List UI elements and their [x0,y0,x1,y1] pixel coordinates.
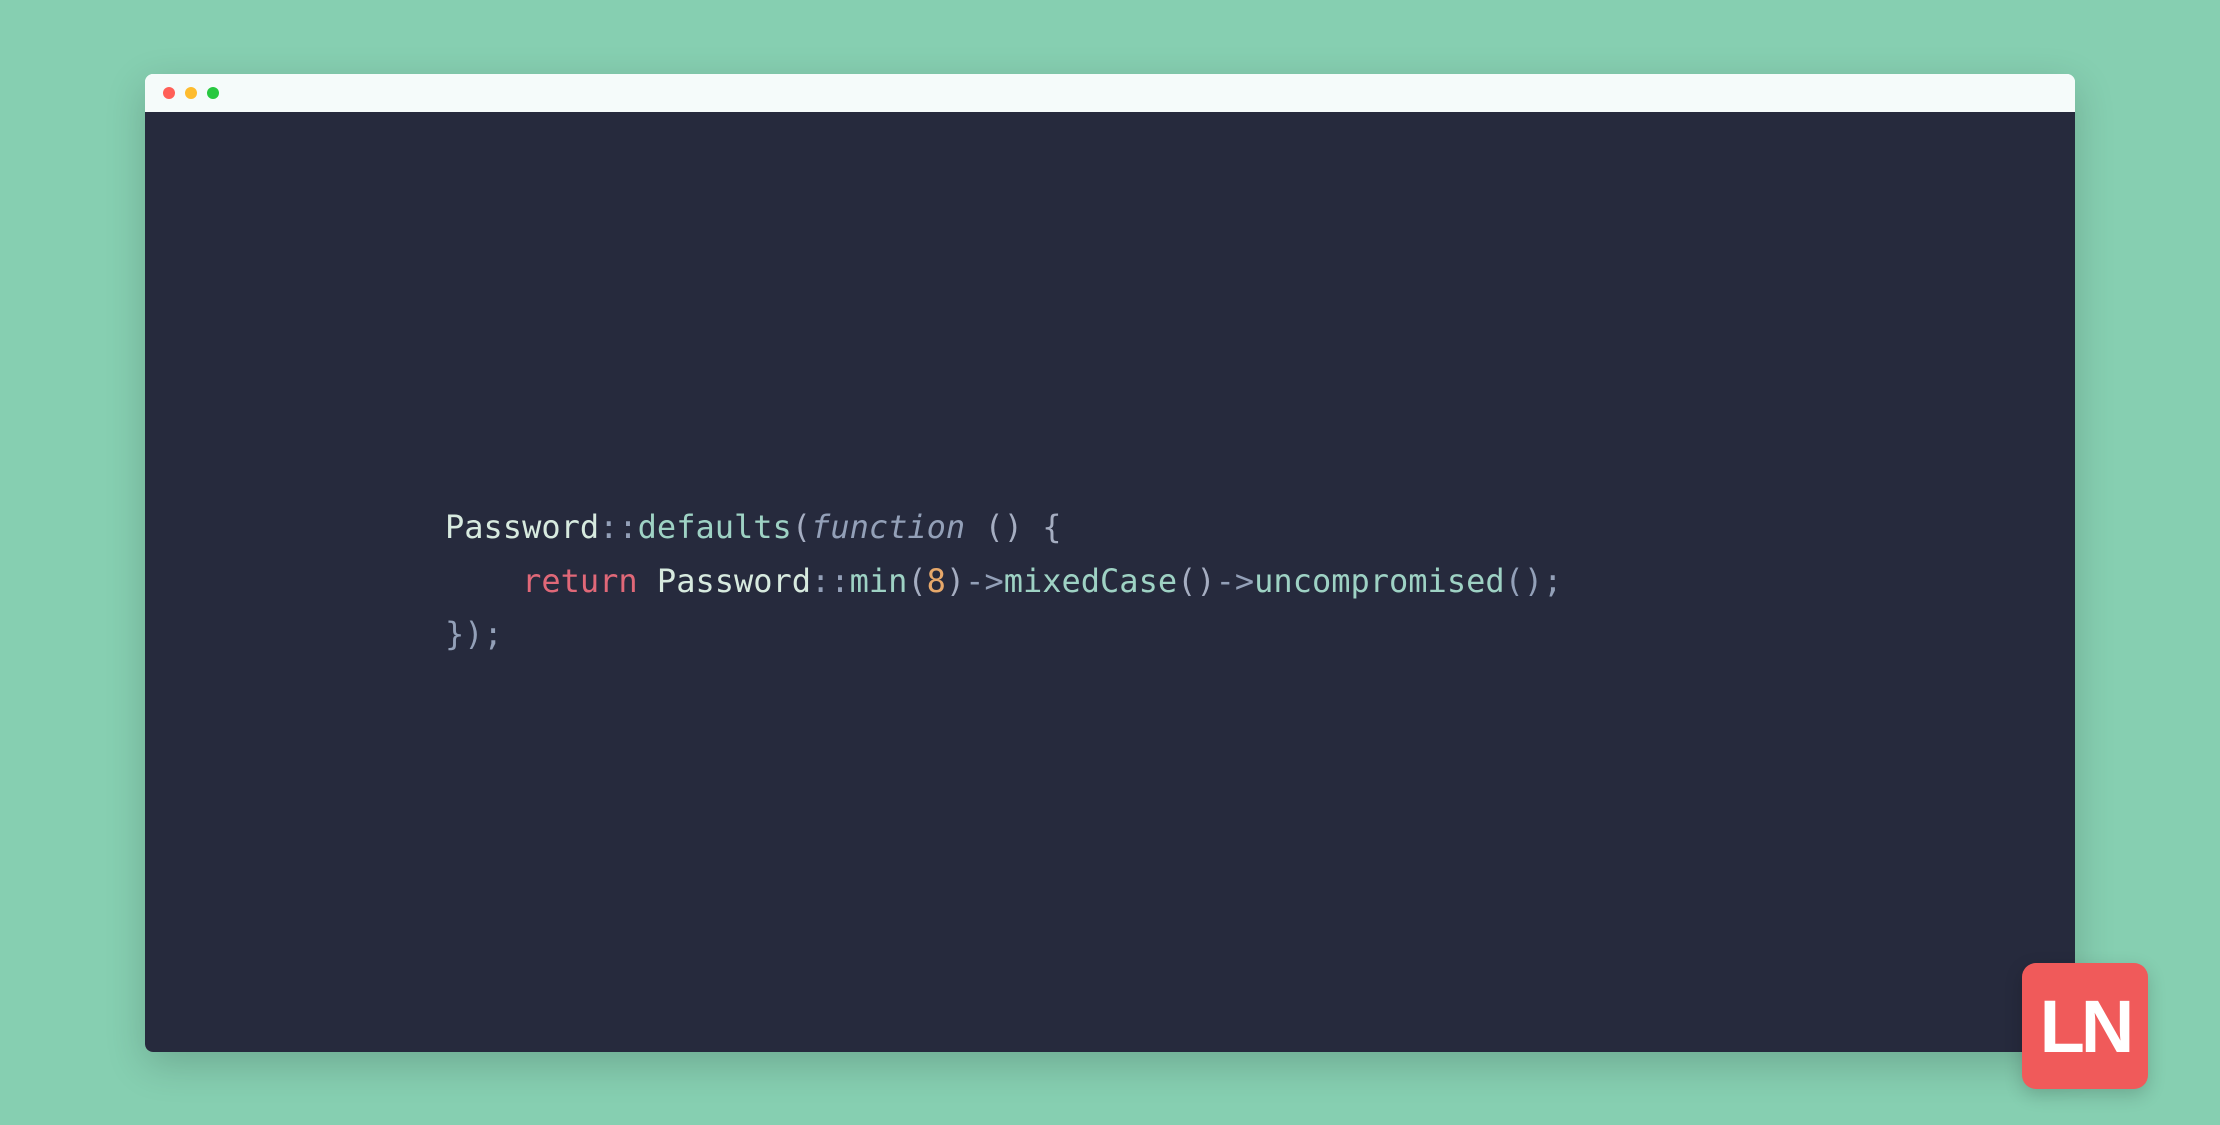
token-method: min [850,562,908,600]
token-paren: ( [792,508,811,546]
token-method: uncompromised [1254,562,1504,600]
token-method: mixedCase [1004,562,1177,600]
close-icon[interactable] [163,87,175,99]
token-class: Password [445,508,599,546]
token-paren: () [1177,562,1216,600]
editor-window: Password::defaults(function () { return … [145,74,2075,1052]
code-block: Password::defaults(function () { return … [445,501,1562,662]
brand-logo-text: LN [2040,984,2131,1069]
token-return: return [522,562,638,600]
code-line: Password::defaults(function () { [445,508,1062,546]
code-line: return Password::min(8)->mixedCase()->un… [445,562,1562,600]
token-punct: (); [1505,562,1563,600]
token-keyword: function [811,508,965,546]
token-indent [445,562,522,600]
token-scope: :: [811,562,850,600]
token-method: defaults [638,508,792,546]
token-punct: }); [445,615,503,653]
token-paren: ) [946,562,965,600]
code-editor: Password::defaults(function () { return … [145,112,2075,1052]
token-paren: ( [907,562,926,600]
token-scope: :: [599,508,638,546]
token-arrow: -> [965,562,1004,600]
window-titlebar [145,74,2075,112]
code-line: }); [445,615,503,653]
token-arrow: -> [1216,562,1255,600]
maximize-icon[interactable] [207,87,219,99]
token-brace: () { [965,508,1061,546]
minimize-icon[interactable] [185,87,197,99]
brand-logo: LN [2022,963,2148,1089]
token-number: 8 [927,562,946,600]
token-class: Password [638,562,811,600]
